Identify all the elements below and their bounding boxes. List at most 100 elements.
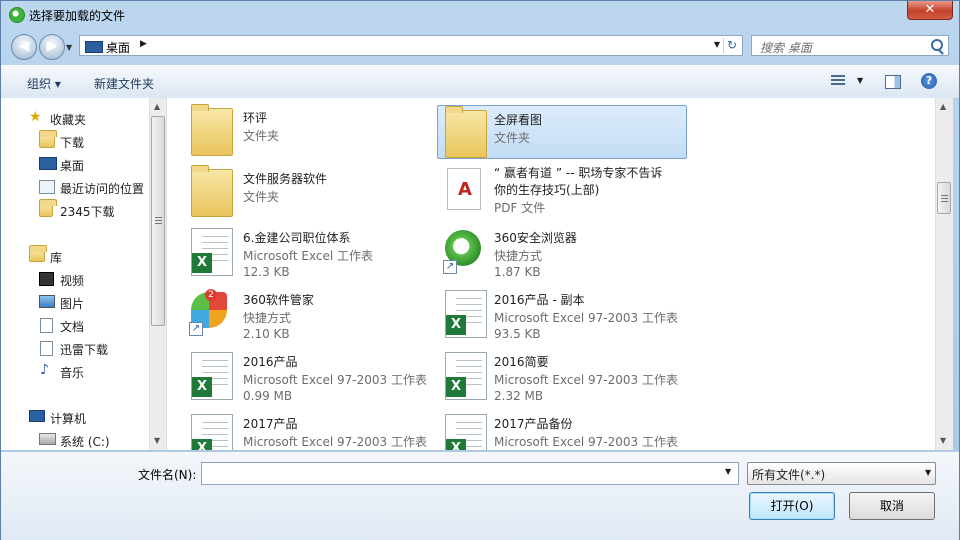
sidebar-label: 2345下载 <box>60 205 115 219</box>
search-input[interactable]: 搜索 桌面 <box>760 39 812 56</box>
video-icon <box>39 272 54 286</box>
preview-pane-icon[interactable] <box>885 75 901 89</box>
file-type: Microsoft Excel 97-2003 工作表 <box>243 435 427 449</box>
sidebar-item-downloads[interactable]: 下载 <box>1 130 149 151</box>
file-item[interactable]: 文件服务器软件 文件夹 <box>171 165 421 219</box>
breadcrumb-arrow-icon[interactable]: ▶ <box>140 39 147 49</box>
sidebar-item-2345-downloads[interactable]: 2345下载 <box>1 199 149 220</box>
scroll-down-icon[interactable]: ▼ <box>154 436 160 445</box>
sidebar-item-system-drive[interactable]: 系统 (C:) <box>1 430 149 450</box>
file-item[interactable]: “ 赢者有道 ” -- 职场专家不告诉 你的生存技巧(上部) PDF 文件 <box>425 160 675 220</box>
sidebar-item-pictures[interactable]: 图片 <box>1 292 149 312</box>
excel-file-icon <box>191 414 233 450</box>
recent-locations-dropdown-icon[interactable]: ▼ <box>66 43 72 52</box>
file-type: 文件夹 <box>494 131 531 145</box>
browser-logo-icon <box>9 7 25 23</box>
sidebar-item-computer[interactable]: 计算机 <box>1 407 149 427</box>
window-title: 选择要加载的文件 <box>29 9 126 23</box>
file-type: 快捷方式 <box>243 311 292 325</box>
filename-label: 文件名(N): <box>138 468 197 482</box>
music-icon: ♪ <box>40 362 49 378</box>
sidebar-item-videos[interactable]: 视频 <box>1 269 149 289</box>
folder-icon <box>39 199 57 217</box>
file-item[interactable]: 2 ↗ 360软件管家 快捷方式 2.10 KB <box>171 286 421 341</box>
sidebar-item-music[interactable]: ♪ 音乐 <box>1 361 149 381</box>
recent-places-icon <box>39 180 55 194</box>
scroll-up-icon[interactable]: ▲ <box>940 102 946 111</box>
file-item[interactable]: 2016简要 Microsoft Excel 97-2003 工作表 2.32 … <box>425 348 678 403</box>
address-dropdown-icon[interactable]: ▼ <box>714 40 720 49</box>
scrollbar-thumb[interactable] <box>151 116 165 326</box>
chevron-down-icon[interactable]: ▼ <box>925 468 931 477</box>
notification-badge: 2 <box>205 289 217 301</box>
folder-icon <box>191 165 233 217</box>
file-item[interactable]: 2016产品 - 副本 Microsoft Excel 97-2003 工作表 … <box>425 286 678 341</box>
sidebar-label: 迅雷下载 <box>60 343 109 357</box>
file-size: 1.87 KB <box>494 265 541 279</box>
file-size: 0.99 MB <box>243 389 293 403</box>
sidebar-item-favorites[interactable]: ★ 收藏夹 <box>1 108 149 128</box>
file-item[interactable]: 2016产品 Microsoft Excel 97-2003 工作表 0.99 … <box>171 348 427 403</box>
file-name-line2: 你的生存技巧(上部) <box>494 183 600 197</box>
sidebar-label: 计算机 <box>50 412 87 426</box>
organize-menu[interactable]: 组织 ▾ <box>27 75 61 92</box>
filename-input[interactable] <box>201 462 739 485</box>
scroll-down-icon[interactable]: ▼ <box>940 436 946 445</box>
sidebar-item-documents[interactable]: 文档 <box>1 315 149 335</box>
forward-button[interactable]: ▶ <box>39 34 65 60</box>
file-size: 12.3 KB <box>243 265 290 279</box>
file-item[interactable]: 2017产品 Microsoft Excel 97-2003 工作表 <box>171 410 427 450</box>
file-item[interactable]: ↗ 360安全浏览器 快捷方式 1.87 KB <box>425 224 675 279</box>
file-size: 93.5 KB <box>494 327 541 341</box>
close-button[interactable]: ✕ <box>907 1 953 20</box>
sidebar-scrollbar[interactable]: ▲ ▼ <box>149 98 166 450</box>
filename-dropdown-icon[interactable]: ▼ <box>725 467 731 476</box>
view-options-dropdown-icon[interactable]: ▼ <box>857 76 863 85</box>
sidebar-item-recent-places[interactable]: 最近访问的位置 <box>1 177 149 197</box>
refresh-icon[interactable]: ↻ <box>723 38 740 53</box>
change-view-icon[interactable] <box>831 75 845 87</box>
file-type-filter[interactable]: 所有文件(*.*) <box>747 462 936 485</box>
file-size: 2.32 MB <box>494 389 544 403</box>
file-item[interactable]: 环评 文件夹 <box>171 104 421 158</box>
search-icon[interactable] <box>931 39 943 51</box>
excel-file-icon <box>191 228 233 276</box>
scroll-up-icon[interactable]: ▲ <box>154 102 160 111</box>
sidebar-item-thunder-downloads[interactable]: 迅雷下载 <box>1 338 149 358</box>
file-name: 6.金建公司职位体系 <box>243 231 351 245</box>
file-name: 文件服务器软件 <box>243 172 328 186</box>
file-item-selected[interactable]: 全屏看图 文件夹 <box>437 105 687 159</box>
file-name: “ 赢者有道 ” -- 职场专家不告诉 <box>494 166 663 180</box>
excel-file-icon <box>445 290 487 338</box>
scrollbar-thumb[interactable] <box>937 182 951 214</box>
file-type: 文件夹 <box>243 190 280 204</box>
search-box[interactable]: 搜索 桌面 <box>751 35 949 56</box>
sidebar-label: 库 <box>50 251 63 265</box>
sidebar-item-desktop[interactable]: 桌面 <box>1 154 149 174</box>
excel-file-icon <box>445 414 487 450</box>
title-bar: 选择要加载的文件 ✕ <box>1 1 959 29</box>
dialog-footer: 文件名(N): ▼ 所有文件(*.*) ▼ 打开(O) 取消 <box>1 451 959 540</box>
open-button[interactable]: 打开(O) <box>749 492 835 520</box>
shortcut-arrow-icon: ↗ <box>443 260 457 274</box>
file-item[interactable]: 2017产品备份 Microsoft Excel 97-2003 工作表 <box>425 410 678 450</box>
sidebar-label: 音乐 <box>60 366 85 380</box>
file-type: Microsoft Excel 97-2003 工作表 <box>494 373 678 387</box>
address-location[interactable]: 桌面 <box>106 39 130 56</box>
file-name: 2017产品 <box>243 417 298 431</box>
file-list-scrollbar[interactable]: ▲ ▼ <box>935 98 953 450</box>
file-name: 2016产品 - 副本 <box>494 293 585 307</box>
computer-icon <box>29 410 45 422</box>
cancel-button[interactable]: 取消 <box>849 492 935 520</box>
sidebar-item-libraries[interactable]: 库 <box>1 245 149 266</box>
file-item[interactable]: 6.金建公司职位体系 Microsoft Excel 工作表 12.3 KB <box>171 224 421 279</box>
help-icon[interactable]: ? <box>921 73 937 89</box>
file-open-dialog: 选择要加载的文件 ✕ ◀ ▶ ▼ 桌面 ▶ ▼ ↻ 搜索 桌面 组织 ▾ 新建文… <box>0 0 960 540</box>
new-folder-button[interactable]: 新建文件夹 <box>94 75 154 92</box>
file-type: Microsoft Excel 97-2003 工作表 <box>243 373 427 387</box>
address-bar[interactable]: 桌面 ▶ ▼ ↻ <box>79 35 743 56</box>
file-type: Microsoft Excel 97-2003 工作表 <box>494 435 678 449</box>
navigation-pane: ★ 收藏夹 下载 桌面 最近访问的位置 2345下载 库 视频 图片 文档 迅雷… <box>1 98 167 450</box>
file-type: PDF 文件 <box>494 201 546 215</box>
back-button[interactable]: ◀ <box>11 34 37 60</box>
